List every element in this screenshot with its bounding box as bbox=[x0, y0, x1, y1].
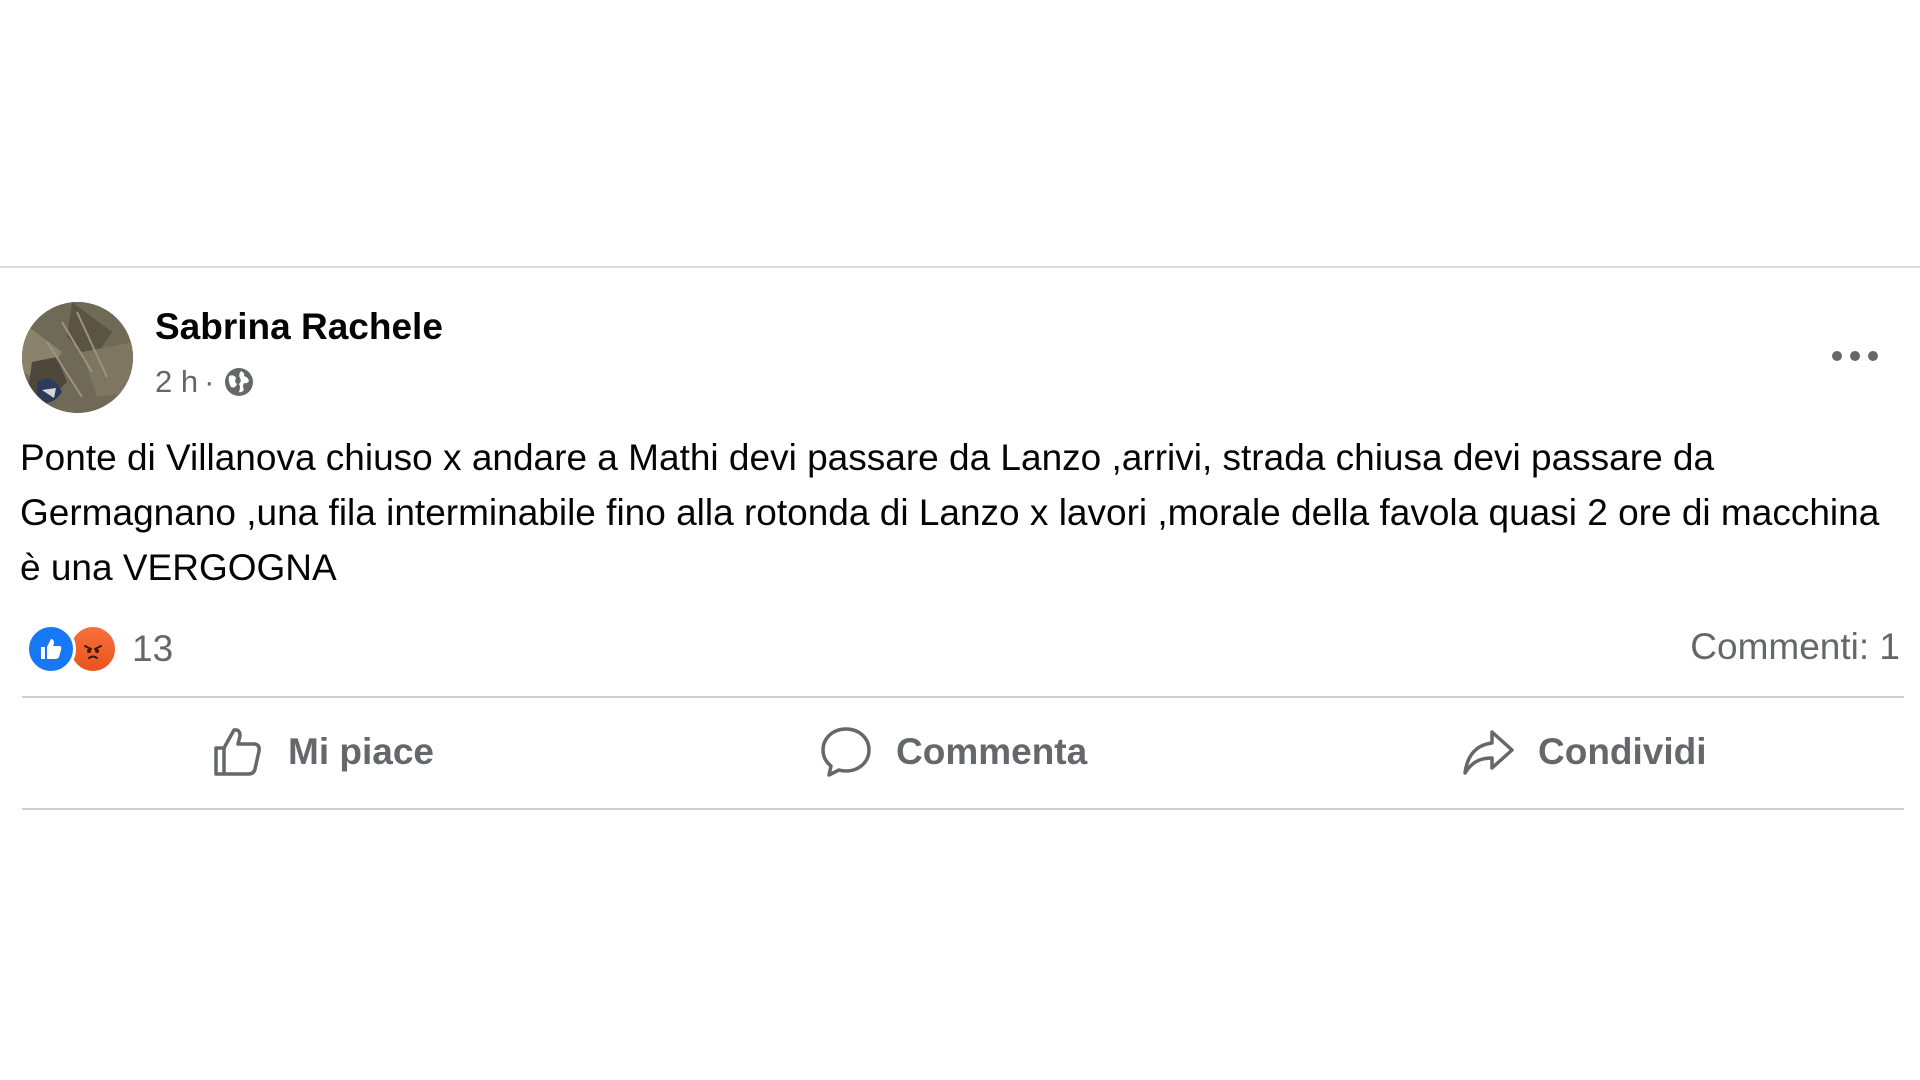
post-timestamp[interactable]: 2 h bbox=[155, 364, 198, 400]
reaction-count: 13 bbox=[132, 628, 174, 669]
comment-button[interactable]: Commenta bbox=[818, 706, 1087, 798]
comment-button-label: Commenta bbox=[896, 731, 1088, 772]
author-name[interactable]: Sabrina Rachele bbox=[155, 306, 443, 348]
like-button-label: Mi piace bbox=[288, 731, 434, 772]
more-options-icon[interactable] bbox=[1820, 336, 1890, 376]
meta-separator: · bbox=[204, 364, 215, 399]
post-card: Sabrina Rachele 2 h · Ponte di Villanova… bbox=[0, 268, 1920, 828]
comment-bubble-icon bbox=[818, 724, 874, 780]
actions-divider-top bbox=[22, 696, 1904, 698]
post-meta: 2 h · bbox=[155, 364, 256, 400]
thumbs-up-icon bbox=[210, 724, 266, 780]
reactions-summary[interactable]: 13 bbox=[26, 622, 173, 676]
post-body-text: Ponte di Villanova chiuso x andare a Mat… bbox=[20, 437, 1880, 588]
share-button-label: Condividi bbox=[1538, 731, 1707, 772]
comments-count-link[interactable]: Commenti: 1 bbox=[1690, 626, 1900, 668]
share-button[interactable]: Condividi bbox=[1460, 706, 1707, 798]
author-avatar[interactable] bbox=[22, 302, 133, 413]
share-arrow-icon bbox=[1460, 724, 1516, 780]
like-button[interactable]: Mi piace bbox=[210, 706, 434, 798]
actions-divider-bottom bbox=[22, 808, 1904, 810]
like-reaction-icon bbox=[26, 624, 76, 674]
globe-icon[interactable] bbox=[222, 365, 256, 399]
